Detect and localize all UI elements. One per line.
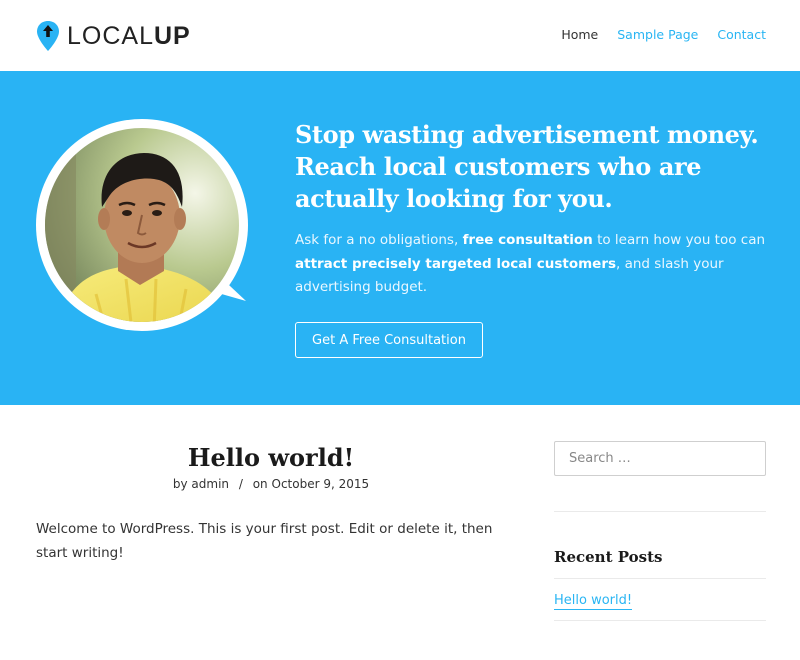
avatar bbox=[36, 119, 248, 331]
recent-post-link[interactable]: Hello world! bbox=[554, 593, 633, 610]
post-meta: by admin / on October 9, 2015 bbox=[172, 477, 370, 491]
search-input[interactable] bbox=[554, 441, 766, 476]
blog-post: Hello world! by admin / on October 9, 20… bbox=[36, 440, 506, 565]
hero-text: Stop wasting advertisement money. Reach … bbox=[295, 119, 775, 300]
nav-home[interactable]: Home bbox=[561, 27, 598, 42]
hero-description: Ask for a no obligations, free consultat… bbox=[295, 232, 766, 295]
nav-sample-page[interactable]: Sample Page bbox=[617, 27, 698, 42]
hero-headline: Stop wasting advertisement money. Reach … bbox=[295, 120, 759, 213]
site-header: LOCALUP Home Sample Page Contact bbox=[0, 0, 800, 71]
main-nav: Home Sample Page Contact bbox=[561, 27, 766, 42]
sidebar: Recent Posts Hello world! bbox=[554, 441, 766, 621]
map-pin-arrow-icon bbox=[37, 21, 59, 51]
avatar-speech-bubble bbox=[36, 119, 248, 331]
post-author-link[interactable]: admin bbox=[191, 477, 229, 491]
sidebar-divider bbox=[554, 511, 766, 512]
sidebar-divider bbox=[554, 578, 766, 579]
post-date-link[interactable]: October 9, 2015 bbox=[272, 477, 370, 491]
hero-banner: Stop wasting advertisement money. Reach … bbox=[0, 71, 800, 405]
post-body: Welcome to WordPress. This is your first… bbox=[36, 521, 493, 561]
site-logo[interactable]: LOCALUP bbox=[36, 19, 191, 53]
nav-contact[interactable]: Contact bbox=[717, 27, 766, 42]
recent-posts-title: Recent Posts bbox=[554, 548, 663, 566]
sidebar-divider bbox=[554, 620, 766, 621]
post-title[interactable]: Hello world! bbox=[36, 440, 506, 476]
logo-wordmark: LOCALUP bbox=[67, 21, 191, 50]
free-consultation-button[interactable]: Get A Free Consultation bbox=[295, 322, 483, 358]
